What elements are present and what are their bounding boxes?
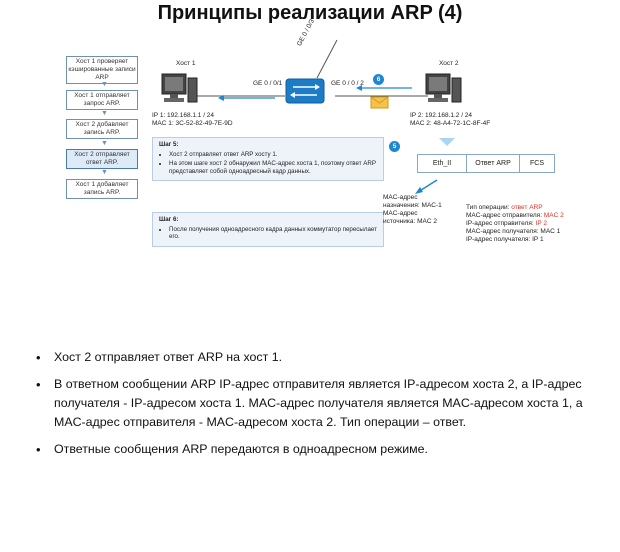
summary-list: Хост 2 отправляет ответ ARP на хост 1. В… — [36, 348, 591, 467]
arp-op-label: Тип операции: — [466, 204, 512, 211]
arp-dip-line: IP-адрес получателя: IP 1 — [466, 236, 544, 243]
step5-item: На этом шаге хост 2 обнаружил MAC-адрес … — [169, 160, 377, 175]
host1-mac: MAC 1: 3C-52-82-49-7E-9D — [152, 120, 233, 127]
arp-op-line: Тип операции: ответ ARP — [466, 204, 564, 212]
summary-bullet: Ответные сообщения ARP передаются в одно… — [36, 440, 591, 459]
step-badge-5: 5 — [389, 141, 400, 152]
computer-icon — [161, 73, 198, 103]
arp-dmac-line: MAC-адрес получателя: MAC 1 — [466, 228, 561, 235]
step5-box: Шаг 5: Хост 2 отправляет ответ ARP хосту… — [152, 137, 384, 181]
port-left-label: GE 0 / 0/1 — [253, 80, 283, 87]
arp-smac-line: MAC-адрес отправителя: MAC 2 — [466, 212, 564, 220]
step6-box: Шаг 6: После получения одноадресного кад… — [152, 212, 384, 247]
switch-icon — [285, 78, 325, 104]
eth-detail-line: MAC-адрес — [383, 210, 418, 217]
summary-bullet: В ответном сообщении ARP IP-адрес отправ… — [36, 375, 591, 432]
host1-ip: IP 1: 192.168.1.1 / 24 — [152, 112, 215, 119]
summary-bullet: Хост 2 отправляет ответ ARP на хост 1. — [36, 348, 591, 367]
frame-fcs-field: FCS — [530, 160, 544, 167]
arp-sip-value: IP 2 — [535, 220, 547, 227]
step-badge-6: 6 — [373, 74, 384, 85]
computer-icon — [425, 73, 462, 103]
arp-sip-line: IP-адрес отправителя: IP 2 — [466, 220, 564, 228]
arp-smac-label: MAC-адрес отправителя: — [466, 212, 544, 219]
eth-detail-line: назначения: MAC-1 — [383, 202, 442, 209]
host2-label: Хост 2 — [439, 60, 459, 67]
step6-title: Шаг 6: — [159, 216, 179, 223]
eth-detail-line: источника: MAC 2 — [383, 218, 437, 225]
host2-mac: MAC 2: 48-A4-72-1C-8F-4F — [410, 120, 491, 127]
port-right-label: GE 0 / 0 / 2 — [331, 80, 364, 87]
eth-detail-line: MAC-адрес — [383, 194, 418, 201]
step5-title: Шаг 5: — [159, 141, 179, 148]
arp-diagram: Хост 1 проверяет кэшированные записи ARP… — [60, 18, 580, 259]
host2-ip: IP 2: 192.168.1.2 / 24 — [410, 112, 473, 119]
host1-label: Хост 1 — [176, 60, 196, 67]
arp-detail: Тип операции: ответ ARP MAC-адрес отправ… — [466, 204, 564, 244]
step6-item: После получения одноадресного кадра данн… — [169, 226, 377, 241]
frame-arp-field: Ответ ARP — [467, 155, 520, 172]
arp-op-value: ответ ARP — [511, 204, 543, 211]
frame-eth-field: Eth_II — [418, 155, 467, 172]
arp-sip-label: IP-адрес отправителя: — [466, 220, 536, 227]
arp-frame: Eth_II Ответ ARP FCS — [417, 154, 555, 173]
step5-item: Хост 2 отправляет ответ ARP хосту 1. — [169, 151, 377, 159]
envelope-icon — [370, 96, 389, 109]
eth-detail: MAC-адрес назначения: MAC-1 MAC-адрес ис… — [383, 194, 442, 226]
arp-smac-value: MAC 2 — [543, 212, 564, 219]
